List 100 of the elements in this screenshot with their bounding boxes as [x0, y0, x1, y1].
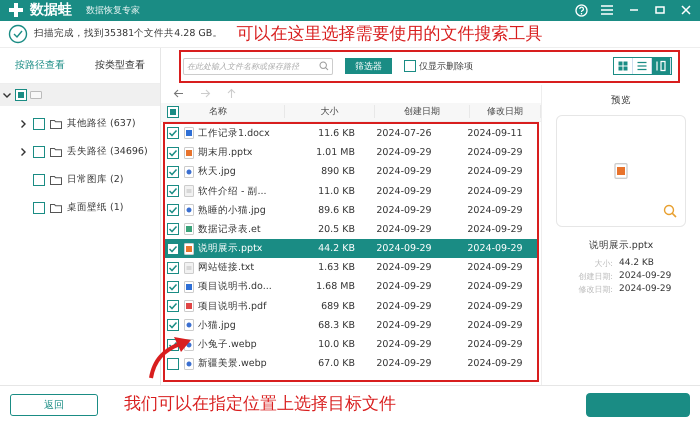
recover-button[interactable]	[586, 393, 690, 418]
file-name: 小兔子.webp	[198, 338, 257, 352]
checkbox[interactable]	[167, 242, 179, 255]
column-header[interactable]: 大小	[285, 105, 375, 118]
checkbox[interactable]	[167, 146, 179, 159]
file-name: 新疆美景.webp	[198, 357, 267, 370]
modified-date: 2024-09-29	[466, 320, 524, 331]
file-size: 11.6 KB	[317, 128, 355, 139]
modified-date: 2024-09-29	[466, 243, 524, 254]
folder-label: 桌面壁纸 (1)	[67, 201, 124, 214]
chevron-right-icon[interactable]	[18, 118, 28, 129]
modified-date: 2024-09-29	[466, 262, 524, 274]
folder-label: 其他路径 (637)	[67, 117, 136, 130]
created-date: 2024-09-29	[375, 186, 433, 197]
view-tab[interactable]: 按路径查看	[13, 54, 67, 76]
tree-item[interactable]: 丢失路径 (34696)	[0, 138, 160, 166]
preview-filename: 说明展示.pptx	[588, 238, 654, 252]
modified-date: 2024-09-29	[466, 339, 524, 350]
checkbox[interactable]	[33, 118, 45, 130]
detail-label: 大小:	[593, 258, 613, 269]
file-size: 20.5 KB	[317, 224, 355, 235]
folder-icon	[50, 202, 62, 213]
folder-icon	[50, 174, 62, 185]
modified-date: 2024-09-29	[466, 147, 524, 158]
file-row[interactable]: 说明展示.pptx 44.2 KB 2024-09-29 2024-09-29	[165, 239, 537, 258]
checkbox[interactable]	[33, 202, 45, 214]
filter-button[interactable]: 筛选器	[345, 58, 392, 74]
checkbox[interactable]	[167, 127, 179, 140]
checkbox[interactable]	[167, 280, 179, 293]
file-size: 1.63 KB	[317, 262, 355, 274]
file-size: 890 KB	[320, 166, 355, 178]
file-name: 项目说明书.do...	[198, 280, 272, 294]
created-date: 2024-09-29	[375, 320, 433, 331]
file-size: 67.0 KB	[317, 358, 355, 370]
search-field[interactable]: 在此处输入文件名称或保存路径	[183, 58, 333, 75]
tree-item[interactable]: 其他路径 (637)	[0, 110, 160, 138]
detail-label: 修改日期:	[577, 284, 613, 295]
checkbox[interactable]	[167, 166, 179, 178]
column-header[interactable]: 修改日期	[470, 105, 541, 118]
app-logo: 数据蛙	[30, 1, 72, 20]
file-size: 11.0 KB	[317, 186, 355, 197]
detail-value: 44.2 KB	[619, 258, 654, 269]
folder-icon	[50, 118, 62, 129]
checkbox[interactable]	[33, 174, 45, 186]
logo-icon	[8, 2, 24, 18]
created-date: 2024-07-26	[375, 128, 433, 139]
created-date: 2024-09-29	[375, 281, 433, 292]
file-name: 小猫.jpg	[198, 318, 236, 332]
tree-item[interactable]: 桌面壁纸 (1)	[0, 194, 160, 222]
close-icon[interactable]	[680, 4, 692, 16]
checkbox[interactable]	[15, 88, 27, 101]
checkbox[interactable]	[167, 358, 179, 370]
created-date: 2024-09-29	[375, 224, 433, 235]
file-name: 数据记录表.et	[198, 222, 261, 236]
column-header[interactable]: 创建日期	[375, 105, 470, 118]
checkbox[interactable]	[167, 223, 179, 236]
created-date: 2024-09-29	[375, 204, 433, 216]
search-icon	[319, 61, 329, 72]
view-tab[interactable]: 按类型查看	[93, 54, 147, 76]
file-name: 软件介绍 - 副...	[198, 184, 267, 198]
folder-label: 丢失路径 (34696)	[67, 145, 148, 158]
modified-date: 2024-09-11	[466, 128, 524, 139]
modified-date: 2024-09-29	[466, 358, 524, 370]
checkbox[interactable]	[404, 60, 416, 72]
checkbox[interactable]	[167, 300, 179, 312]
annotation-text: 可以在这里选择需要使用的文件搜索工具	[236, 23, 542, 46]
detail-view-icon[interactable]	[652, 58, 671, 74]
detail-value: 2024-09-29	[619, 270, 672, 282]
back-arrow-icon[interactable]	[173, 89, 184, 98]
chevron-right-icon[interactable]	[18, 146, 28, 157]
drive-icon	[30, 90, 42, 100]
created-date: 2024-09-29	[375, 147, 433, 158]
detail-label: 创建日期:	[577, 270, 613, 282]
checkbox[interactable]	[33, 146, 45, 158]
checkbox-label: 仅显示删除项	[419, 60, 473, 73]
modified-date: 2024-09-29	[466, 300, 524, 312]
tree-root[interactable]	[0, 84, 160, 106]
maximize-icon[interactable]	[654, 4, 666, 16]
checkbox[interactable]	[167, 106, 179, 118]
file-size: 1.68 MB	[315, 281, 355, 292]
help-icon[interactable]	[575, 4, 588, 17]
checkbox[interactable]	[167, 319, 179, 332]
menu-icon[interactable]	[600, 4, 614, 16]
app-subtitle: 数据恢复专家	[86, 4, 140, 17]
checkbox[interactable]	[167, 262, 179, 274]
annotation-text: 我们可以在指定位置上选择目标文件	[124, 393, 396, 415]
column-header[interactable]: 名称	[185, 105, 285, 118]
preview-title: 预览	[611, 94, 631, 107]
checkbox[interactable]	[167, 185, 179, 198]
created-date: 2024-09-29	[375, 243, 433, 254]
modified-date: 2024-09-29	[466, 166, 524, 178]
file-name: 项目说明书.pdf	[198, 300, 266, 313]
tree-item[interactable]: 日常图库 (2)	[0, 166, 160, 194]
back-button[interactable]: 返回	[10, 394, 98, 416]
file-size: 689 KB	[320, 300, 355, 312]
file-name: 熟睡的小猫.jpg	[198, 204, 266, 217]
zoom-icon[interactable]	[663, 204, 677, 218]
file-name: 秋天.jpg	[198, 165, 236, 178]
created-date: 2024-09-29	[375, 358, 433, 370]
checkbox[interactable]	[167, 204, 179, 216]
